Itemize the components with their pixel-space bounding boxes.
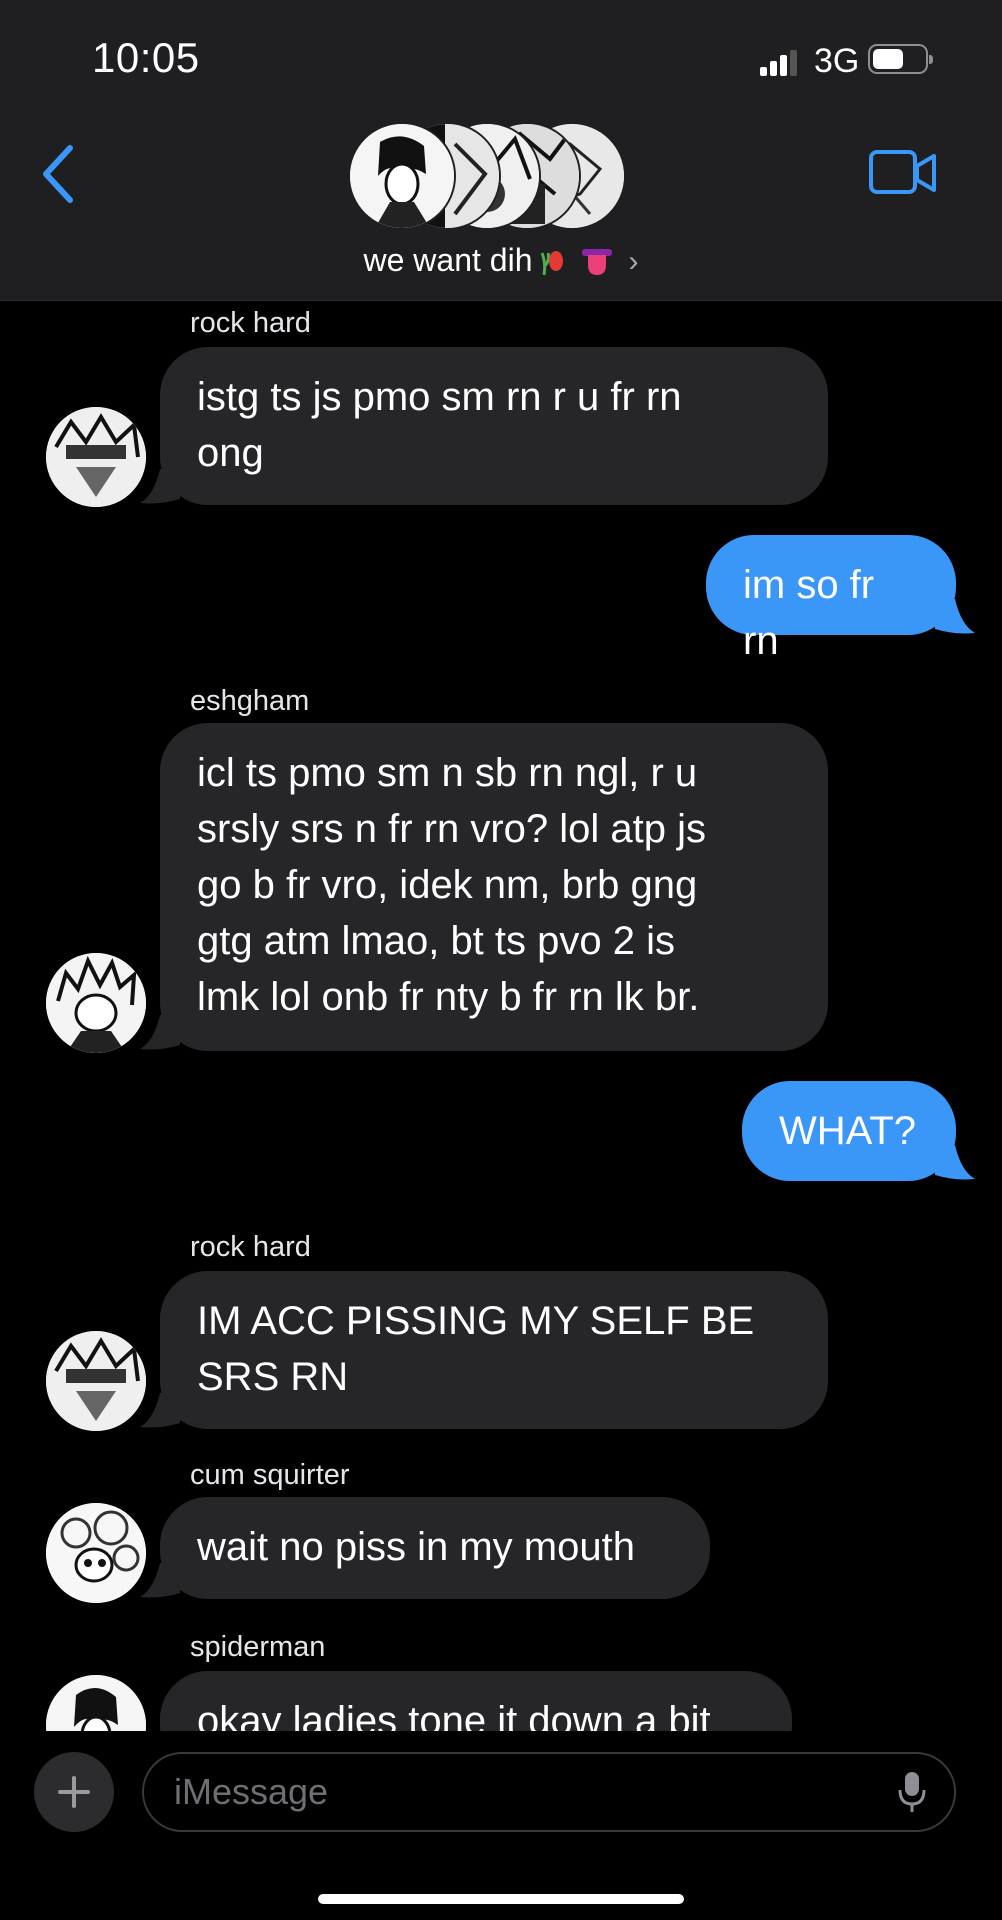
cellular-signal-icon (760, 50, 797, 76)
message-line: istg ts js pmo sm rn r u fr rn (197, 375, 682, 419)
incoming-message-bubble[interactable]: wait no piss in my mouth (160, 1497, 710, 1599)
message-line: WHAT? (779, 1109, 917, 1153)
bubble-tail (140, 1563, 180, 1598)
tongue-icon (580, 247, 614, 277)
compose-bar (0, 1732, 1002, 1920)
facetime-video-button[interactable] (868, 148, 938, 198)
incoming-message-bubble[interactable]: okay ladies tone it down a bit (160, 1671, 792, 1731)
bubble-tail (935, 599, 975, 634)
video-camera-icon (869, 150, 936, 194)
sender-avatar[interactable] (46, 1331, 146, 1431)
bubble-tail (140, 1015, 180, 1050)
incoming-message-bubble[interactable]: istg ts js pmo sm rn r u fr rn ong (160, 347, 828, 505)
status-time: 10:05 (92, 34, 200, 81)
imessage-input[interactable] (142, 1752, 956, 1832)
message-line: lmk lol onb fr nty b fr rn lk br. (197, 975, 700, 1019)
conversation-header: 10:05 3G we want dih › (0, 0, 1002, 301)
bubble-tail (140, 1393, 180, 1428)
group-name[interactable]: we want dih › (0, 242, 1002, 279)
message-line: im so fr rn (743, 563, 875, 663)
sender-name: cum squirter (190, 1459, 350, 1491)
network-type: 3G (814, 42, 860, 80)
sender-name: rock hard (190, 1231, 311, 1263)
chevron-right-icon: › (628, 245, 639, 278)
back-button[interactable] (30, 138, 90, 208)
bubble-tail (935, 1145, 975, 1180)
microphone-icon[interactable] (898, 1770, 926, 1814)
message-line: ong (197, 431, 264, 475)
incoming-message-bubble[interactable]: icl ts pmo sm n sb rn ngl, r u srsly srs… (160, 723, 828, 1051)
battery-icon (868, 44, 933, 74)
home-indicator (318, 1894, 684, 1904)
incoming-message-bubble[interactable]: IM ACC PISSING MY SELF BE SRS RN (160, 1271, 828, 1429)
apps-plus-button[interactable] (34, 1752, 114, 1832)
message-line: IM ACC PISSING MY SELF BE (197, 1299, 755, 1343)
message-line: SRS RN (197, 1355, 349, 1399)
sender-avatar[interactable] (46, 407, 146, 507)
message-line: icl ts pmo sm n sb rn ngl, r u (197, 751, 698, 795)
sender-name: rock hard (190, 307, 311, 339)
outgoing-message-bubble[interactable]: im so fr rn (706, 535, 956, 663)
message-line: okay ladies tone it down a bit (197, 1699, 711, 1731)
message-line: gtg atm lmao, bt ts pvo 2 is (197, 919, 675, 963)
chevron-left-icon (43, 145, 73, 203)
group-avatar-stack[interactable] (350, 124, 625, 230)
sender-name: spiderman (190, 1631, 326, 1663)
message-thread[interactable]: rock hard istg ts js pmo sm rn r u fr rn… (0, 301, 1002, 1731)
message-line: go b fr vro, idek nm, brb gng (197, 863, 698, 907)
sender-avatar[interactable] (46, 1675, 146, 1731)
flower-icon (538, 247, 566, 277)
sender-avatar[interactable] (46, 953, 146, 1053)
message-line: srsly srs n fr rn vro? lol atp js (197, 807, 707, 851)
sender-avatar[interactable] (46, 1503, 146, 1603)
group-avatar (350, 124, 454, 228)
group-name-label: we want dih (363, 242, 533, 278)
sender-name: eshgham (190, 685, 310, 717)
bubble-tail (140, 469, 180, 504)
message-line: wait no piss in my mouth (197, 1525, 635, 1569)
outgoing-message-bubble[interactable]: WHAT? (742, 1081, 956, 1181)
